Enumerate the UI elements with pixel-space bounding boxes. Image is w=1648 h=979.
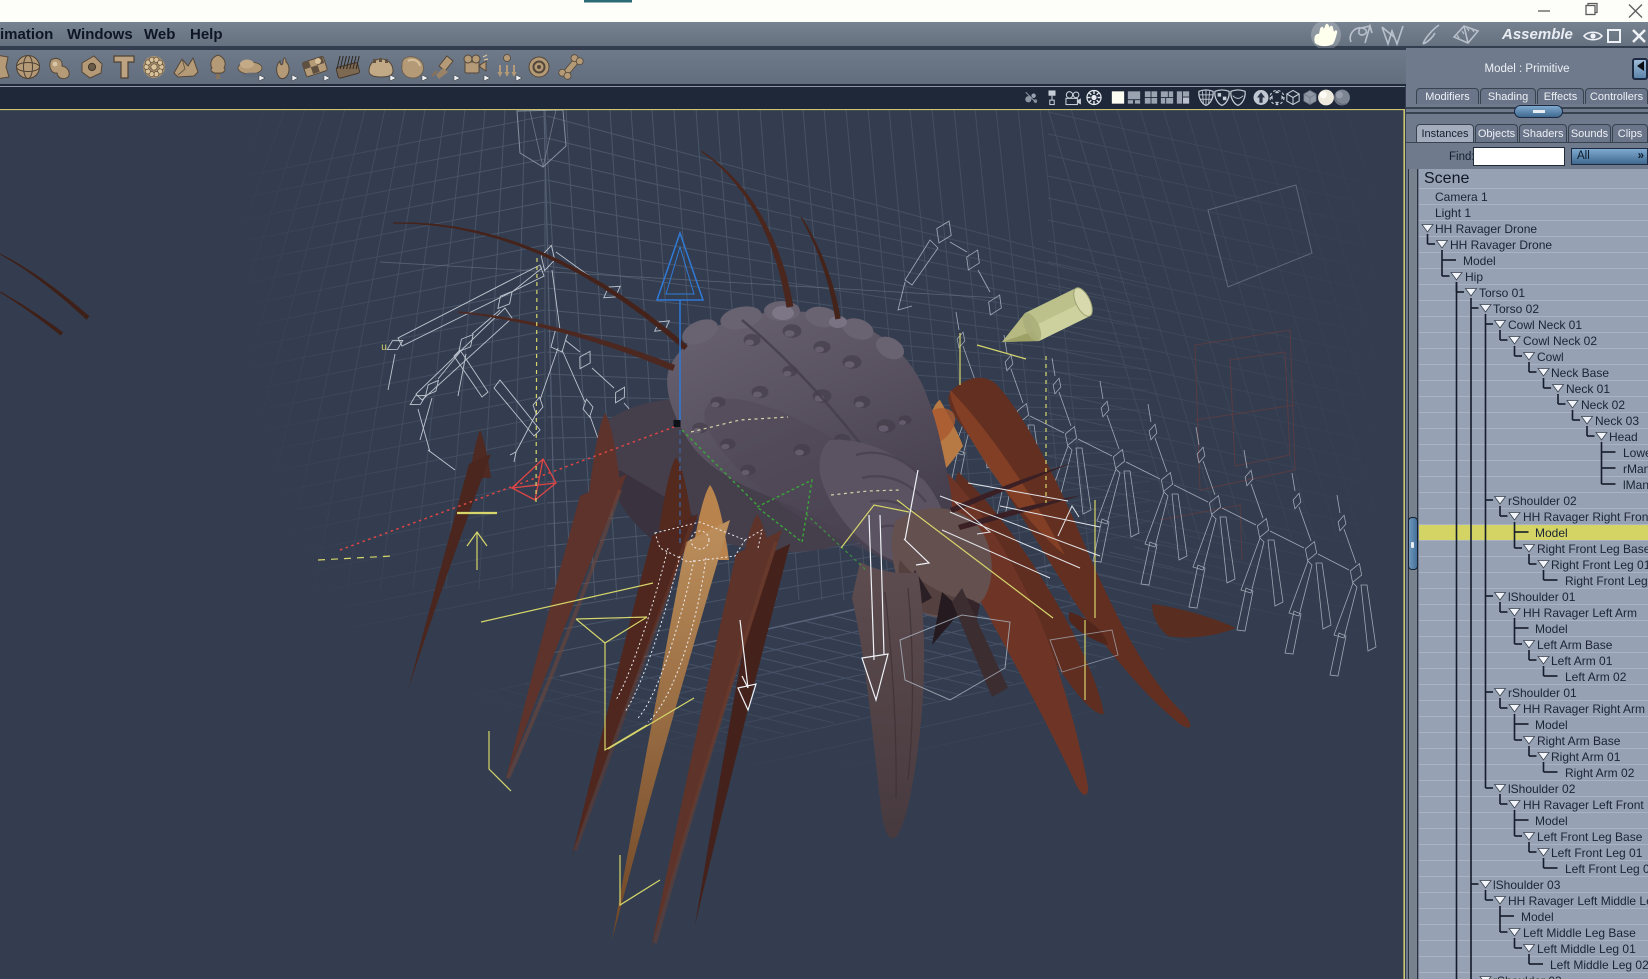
svg-text:u: u [381, 343, 387, 354]
